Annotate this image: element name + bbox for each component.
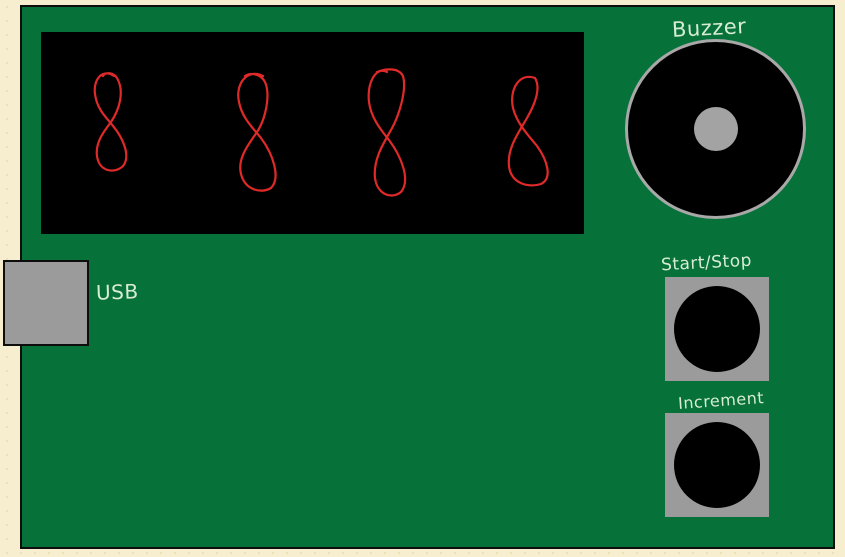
buzzer-center [694,107,738,151]
digit-4-text: 8 [529,131,530,133]
seven-segment-display: 8 8 8 8 [41,32,584,234]
increment-button[interactable] [674,422,760,508]
increment-button-base [665,413,769,517]
digit-2 [237,72,277,192]
start-stop-button[interactable] [674,286,760,372]
display-digits: 8 8 8 8 [93,68,549,197]
buzzer-label: Buzzer [671,14,747,42]
digit-1 [93,72,128,172]
digit-3 [367,68,407,197]
usb-port[interactable] [3,260,89,346]
digit-2-text: 8 [259,131,260,133]
start-stop-button-base [665,277,769,381]
usb-label: USB [95,279,139,305]
digit-1-text: 8 [111,131,112,133]
